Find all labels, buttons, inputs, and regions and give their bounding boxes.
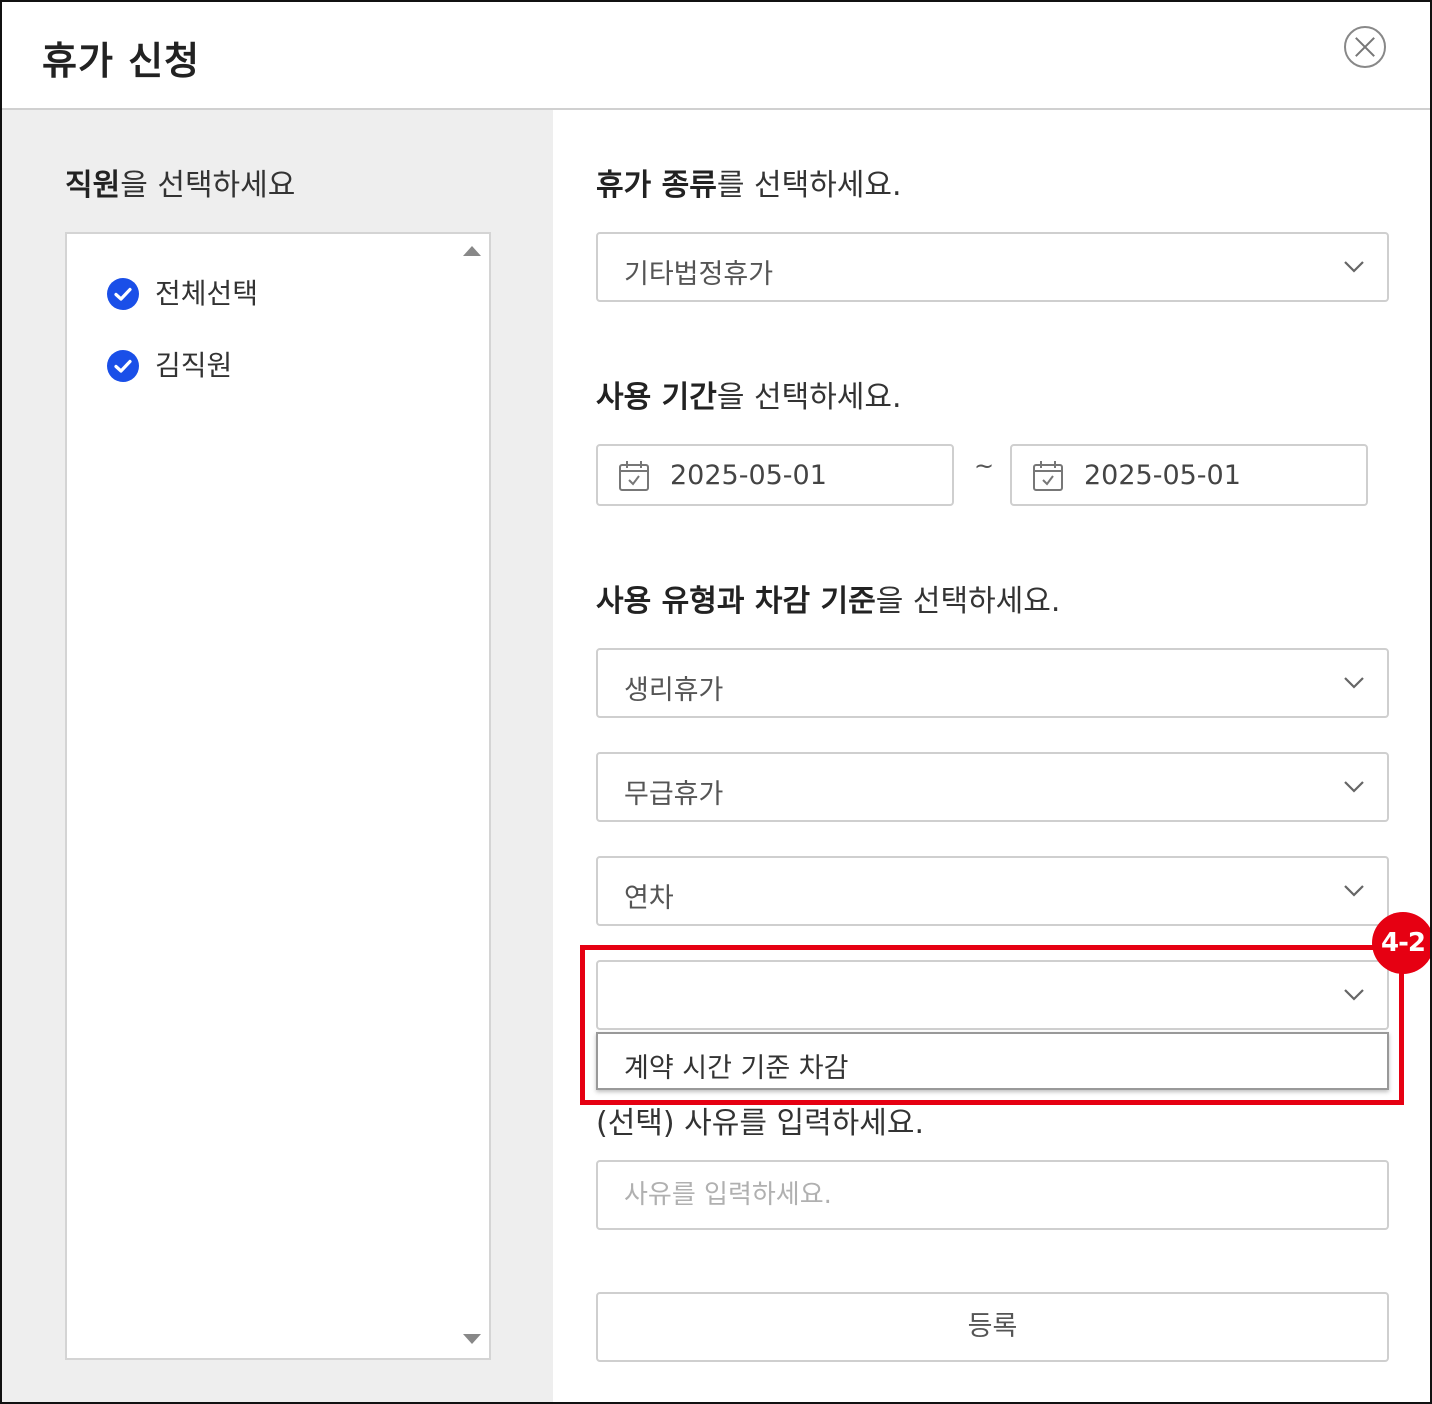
start-date-input[interactable]: 2025-05-01 <box>596 444 954 506</box>
scroll-up-icon[interactable] <box>463 246 481 256</box>
form-panel: 휴가 종류를 선택하세요. 기타법정휴가 사용 기간을 선택하세요. 2025-… <box>553 110 1430 1402</box>
chevron-down-icon <box>1344 885 1364 897</box>
select-value: 연차 <box>624 883 674 914</box>
select-value: 무급휴가 <box>624 779 724 810</box>
select-value: 기타법정휴가 <box>624 259 774 290</box>
employee-label: 전체선택 <box>155 277 259 310</box>
close-icon[interactable] <box>1344 26 1386 68</box>
usage-heading: 사용 유형과 차감 기준을 선택하세요. <box>596 584 1061 619</box>
calendar-icon <box>619 461 649 491</box>
usage-select-2[interactable]: 무급휴가 <box>596 752 1389 822</box>
end-date-value: 2025-05-01 <box>1084 460 1241 491</box>
step-badge: 4-2 <box>1372 912 1430 974</box>
dialog-header: 휴가 신청 <box>2 2 1430 110</box>
reason-input[interactable] <box>596 1160 1389 1230</box>
reason-heading: (선택) 사유를 입력하세요. <box>596 1106 925 1141</box>
leave-type-heading: 휴가 종류를 선택하세요. <box>596 168 902 203</box>
check-circle-icon[interactable] <box>107 278 139 310</box>
employee-heading: 직원을 선택하세요 <box>65 168 296 203</box>
start-date-value: 2025-05-01 <box>670 460 827 491</box>
employee-list[interactable]: 전체선택 김직원 <box>65 232 491 1360</box>
usage-select-3[interactable]: 연차 <box>596 856 1389 926</box>
chevron-down-icon <box>1344 781 1364 793</box>
select-value: 생리휴가 <box>624 675 724 706</box>
date-separator: ~ <box>974 452 995 480</box>
usage-select-1[interactable]: 생리휴가 <box>596 648 1389 718</box>
leave-request-dialog: 휴가 신청 직원을 선택하세요 전체선택 김직원 휴가 종류를 선택하세요. 기… <box>0 0 1432 1404</box>
submit-button[interactable]: 등록 <box>596 1292 1389 1362</box>
employee-label: 김직원 <box>155 349 233 382</box>
deduction-basis-select[interactable] <box>596 960 1389 1030</box>
chevron-down-icon <box>1344 261 1364 273</box>
check-circle-icon[interactable] <box>107 350 139 382</box>
period-heading: 사용 기간을 선택하세요. <box>596 380 902 415</box>
end-date-input[interactable]: 2025-05-01 <box>1010 444 1368 506</box>
dropdown-option-contract-hours[interactable]: 계약 시간 기준 차감 <box>596 1032 1389 1090</box>
dropdown-option-label: 계약 시간 기준 차감 <box>624 1053 849 1084</box>
calendar-icon <box>1033 461 1063 491</box>
chevron-down-icon <box>1344 677 1364 689</box>
dialog-title: 휴가 신청 <box>42 39 201 83</box>
scroll-down-icon[interactable] <box>463 1334 481 1344</box>
employee-panel: 직원을 선택하세요 전체선택 김직원 <box>2 110 553 1402</box>
chevron-down-icon <box>1344 989 1364 1001</box>
leave-type-select[interactable]: 기타법정휴가 <box>596 232 1389 302</box>
